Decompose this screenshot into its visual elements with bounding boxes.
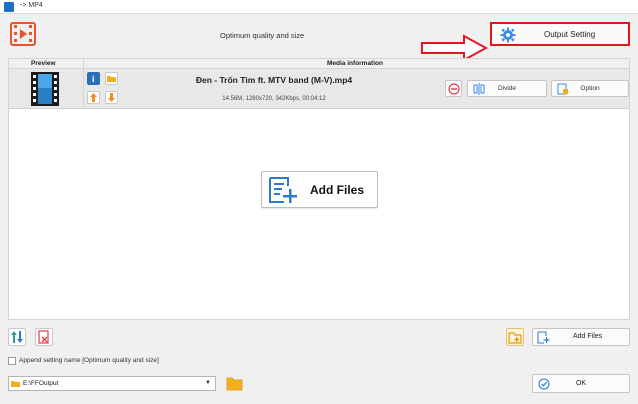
gear-icon bbox=[500, 27, 516, 43]
video-file-icon bbox=[31, 72, 59, 106]
file-row[interactable]: i Đen - Trốn Tìm ft. MTV band (M-V).mp4 … bbox=[9, 69, 629, 109]
append-setting-checkbox[interactable] bbox=[8, 357, 16, 365]
add-files-icon bbox=[537, 331, 550, 344]
media-info-column-header: Media information bbox=[327, 60, 383, 67]
ok-label: OK bbox=[575, 380, 587, 387]
output-setting-button[interactable]: Output Setting bbox=[490, 22, 630, 46]
window-title: -> MP4 bbox=[20, 2, 43, 9]
arrow-down-icon bbox=[108, 93, 115, 102]
clear-list-button[interactable] bbox=[35, 328, 53, 346]
sort-button[interactable] bbox=[8, 328, 26, 346]
folder-icon bbox=[11, 381, 20, 387]
remove-icon bbox=[448, 83, 460, 95]
column-header: Preview Media information bbox=[9, 59, 629, 69]
add-files-label: Add Files bbox=[573, 333, 603, 340]
add-files-main-label: Add Files bbox=[310, 183, 365, 197]
add-files-icon bbox=[269, 177, 297, 203]
svg-text:i: i bbox=[92, 74, 95, 84]
add-files-main-button[interactable]: Add Files bbox=[261, 171, 378, 208]
arrow-up-icon bbox=[90, 93, 97, 102]
divide-button[interactable]: Divide bbox=[467, 80, 547, 97]
clear-list-icon bbox=[38, 330, 49, 344]
divide-label: Divide bbox=[497, 85, 517, 92]
file-meta: 14.56M, 1280x720, 342Kbps, 00:04:12 bbox=[222, 96, 326, 102]
file-name: Đen - Trốn Tìm ft. MTV band (M-V).mp4 bbox=[195, 75, 353, 85]
remove-file-button[interactable] bbox=[445, 80, 462, 97]
chevron-down-icon: ▼ bbox=[205, 380, 211, 386]
folder-icon bbox=[107, 76, 116, 82]
bottom-bar: Add Files Append setting name [Optimum q… bbox=[0, 320, 638, 404]
add-folder-icon bbox=[508, 332, 522, 344]
file-list-panel: Preview Media information i Đen - Trốn T… bbox=[8, 58, 630, 320]
output-setting-label: Output Setting bbox=[544, 30, 596, 39]
add-folder-button[interactable] bbox=[506, 328, 524, 346]
header: Optimum quality and size Output Setting bbox=[0, 14, 638, 62]
title-bar: -> MP4 bbox=[0, 0, 638, 14]
append-setting-label: Append setting name [Optimum quality and… bbox=[19, 357, 159, 364]
ok-button[interactable]: OK bbox=[532, 374, 630, 393]
option-label: Option bbox=[580, 85, 600, 92]
add-files-button[interactable]: Add Files bbox=[532, 328, 630, 346]
info-icon: i bbox=[92, 74, 95, 84]
browse-folder-icon[interactable] bbox=[226, 376, 243, 391]
profile-name: Optimum quality and size bbox=[220, 31, 305, 40]
preview-column-header: Preview bbox=[31, 60, 56, 67]
column-divider bbox=[83, 69, 84, 109]
move-up-button[interactable] bbox=[87, 91, 100, 104]
sort-arrows-icon bbox=[11, 331, 23, 343]
move-down-button[interactable] bbox=[105, 91, 118, 104]
output-path-select[interactable]: E:\FFOutput ▼ bbox=[8, 376, 216, 391]
option-button[interactable]: Option bbox=[551, 80, 629, 97]
video-format-icon bbox=[10, 22, 36, 46]
open-folder-button[interactable] bbox=[105, 72, 118, 85]
column-divider bbox=[83, 59, 84, 69]
output-path-value: E:\FFOutput bbox=[23, 380, 59, 387]
app-icon bbox=[4, 2, 14, 12]
info-button[interactable]: i bbox=[87, 72, 100, 85]
